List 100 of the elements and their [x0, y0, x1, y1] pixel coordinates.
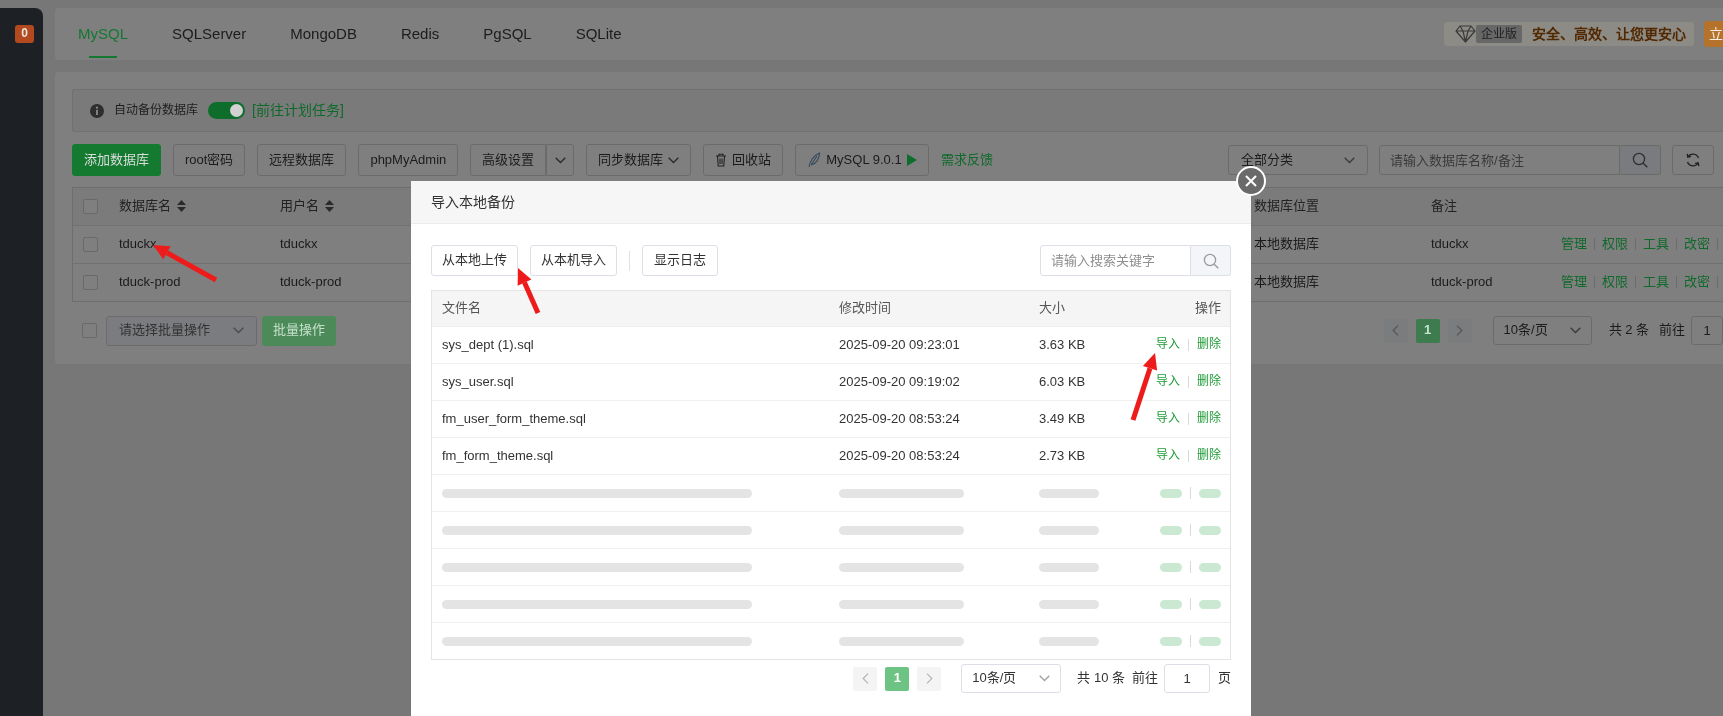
page-button[interactable]: 1 [1415, 318, 1440, 343]
toolbar-button[interactable]: root密码 [173, 144, 246, 176]
info-icon [90, 103, 104, 118]
toolbar-button[interactable]: 高级设置 [470, 144, 547, 176]
next-page-button[interactable] [917, 666, 942, 691]
blurred-link[interactable] [1199, 636, 1221, 646]
table-cell: tduckx [280, 236, 318, 253]
promo-slogan: 安全、高效、让您更安心 [1532, 24, 1686, 44]
search-button[interactable] [1620, 145, 1661, 175]
toolbar-button[interactable]: phpMyAdmin [358, 144, 459, 176]
action-link[interactable]: 导入 [1156, 337, 1180, 353]
table-cell: 2025-09-20 09:23:01 [839, 336, 960, 354]
chevron-right-icon [925, 673, 933, 684]
blurred-link[interactable] [1160, 488, 1182, 498]
version-button[interactable]: MySQL 9.0.1 [795, 144, 929, 176]
column-header: 用户名 [280, 198, 319, 215]
next-page-button[interactable] [1447, 318, 1472, 343]
diamond-icon [1455, 25, 1476, 43]
blurred-link[interactable] [1160, 599, 1182, 609]
database-tab[interactable]: MongoDB [268, 8, 379, 60]
table-cell: 3.63 KB [1039, 336, 1086, 354]
chevron-down-icon [668, 156, 680, 164]
action-link[interactable]: 删除 [1197, 337, 1221, 353]
page-suffix: 页 [1218, 670, 1231, 687]
table-cell: tduck-prod [119, 274, 181, 291]
upgrade-button[interactable]: 立 [1704, 21, 1723, 47]
previous-page-button[interactable] [1383, 318, 1408, 343]
table-cell: tduck-prod [280, 274, 342, 291]
blurred-link[interactable] [1199, 488, 1221, 498]
table-cell: 2025-09-20 08:53:24 [839, 410, 960, 428]
search-icon [1632, 152, 1648, 168]
close-icon [1245, 175, 1257, 187]
goto-label: 前往 [1132, 670, 1158, 687]
action-link[interactable]: 删除 [1197, 374, 1221, 390]
trash-icon [715, 153, 728, 167]
table-cell: 2025-09-20 09:19:02 [839, 373, 960, 391]
blurred-link[interactable] [1199, 562, 1221, 572]
table-cell: 3.49 KB [1039, 410, 1086, 428]
goto-label: 前往 [1659, 322, 1685, 339]
chevron-down-icon [1039, 675, 1051, 682]
blurred-text [1039, 525, 1099, 535]
toggle-switch[interactable] [208, 102, 245, 119]
database-tab[interactable]: SQLite [553, 8, 644, 60]
table-cell: sys_dept (1).sql [442, 336, 534, 354]
action-link[interactable]: 导入 [1156, 411, 1180, 427]
blurred-text [1039, 562, 1099, 572]
refresh-button[interactable] [1672, 145, 1714, 175]
table-cell: 6.03 KB [1039, 373, 1086, 391]
recycle-bin-button[interactable]: 回收站 [703, 144, 784, 176]
page-size-select[interactable]: 10条/页 [961, 664, 1062, 693]
dropdown-button[interactable]: 同步数据库 [586, 144, 692, 176]
blurred-link[interactable] [1160, 562, 1182, 572]
column-header: 文件名 [442, 300, 481, 317]
action-link[interactable]: 导入 [1156, 448, 1180, 464]
table-cell: 本地数据库 [1254, 274, 1319, 291]
table-cell: 本地数据库 [1254, 236, 1319, 253]
blurred-text [1039, 599, 1099, 609]
page-input[interactable]: 1 [1164, 664, 1210, 693]
chevron-right-icon [1456, 325, 1464, 336]
show-log-button[interactable]: 显示日志 [642, 245, 718, 276]
database-tab[interactable]: SQLServer [150, 8, 269, 60]
blurred-link[interactable] [1160, 636, 1182, 646]
add-database-button[interactable]: 添加数据库 [72, 144, 161, 176]
chevron-down-icon [233, 327, 244, 334]
batch-action-select[interactable]: 请选择批量操作 [106, 315, 257, 346]
pointer-arrow [1130, 353, 1158, 421]
chevron-down-icon [1344, 156, 1355, 164]
notification-badge: 0 [15, 25, 34, 43]
blurred-link[interactable] [1199, 525, 1221, 535]
category-select[interactable]: 全部分类 [1228, 145, 1368, 175]
action-link[interactable]: 删除 [1197, 411, 1221, 427]
toolbar-button[interactable]: 远程数据库 [257, 144, 347, 176]
action-link[interactable]: 导入 [1156, 374, 1180, 390]
dropdown-caret-button[interactable] [546, 144, 575, 176]
previous-page-button[interactable] [853, 666, 878, 691]
total-count: 共 2 条 [1608, 322, 1649, 339]
database-tab[interactable]: Redis [378, 8, 462, 60]
page-size-select[interactable]: 10条/页 [1492, 316, 1592, 345]
database-tab[interactable]: PgSQL [461, 8, 554, 60]
dialog-title: 导入本地备份 [411, 181, 1251, 224]
table-cell: tduckx [119, 236, 157, 253]
page-input[interactable]: 1 [1691, 316, 1723, 345]
blurred-link[interactable] [1199, 599, 1221, 609]
play-icon [906, 154, 917, 166]
table-cell: tduck-prod [1431, 274, 1493, 291]
blurred-link[interactable] [1160, 525, 1182, 535]
action-link[interactable]: 删除 [1197, 448, 1221, 464]
upload-button[interactable]: 从本机导入 [530, 245, 617, 276]
column-header: 数据库位置 [1254, 198, 1319, 215]
refresh-icon [1685, 152, 1701, 168]
column-header: 备注 [1431, 198, 1457, 215]
table-cell: fm_user_form_theme.sql [442, 410, 586, 428]
chevron-down-icon [554, 156, 566, 164]
blurred-text [1039, 636, 1099, 646]
table-cell: 2.73 KB [1039, 447, 1086, 465]
chevron-down-icon [1569, 327, 1581, 334]
upload-button[interactable]: 从本地上传 [431, 245, 518, 276]
table-cell: fm_form_theme.sql [442, 447, 554, 465]
page-button[interactable]: 1 [885, 666, 910, 691]
search-field[interactable]: 请输入数据库名称/备注 [1379, 145, 1620, 175]
